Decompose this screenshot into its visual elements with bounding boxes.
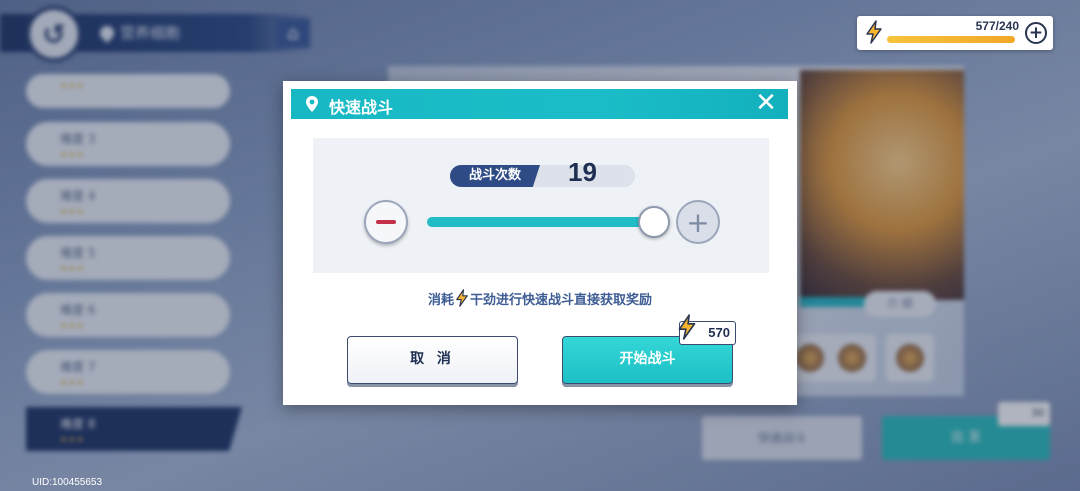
close-icon: ✕ <box>755 88 777 118</box>
battle-count-panel: 战斗次数 19 + <box>313 138 769 273</box>
add-energy-button[interactable]: + <box>1025 22 1047 44</box>
dialog-description: 消耗 干劲进行快速战斗直接获取奖励 <box>283 289 797 308</box>
battle-count-display: 战斗次数 19 <box>450 157 635 187</box>
energy-value: 577/240 <box>975 19 1019 33</box>
battle-count-slider[interactable] <box>427 217 657 227</box>
energy-cost-value: 570 <box>708 325 730 340</box>
close-button[interactable]: ✕ <box>754 90 778 116</box>
plus-icon: + <box>686 205 710 239</box>
battle-count-value: 19 <box>568 157 597 187</box>
battle-count-label: 战斗次数 <box>450 165 540 187</box>
user-id: UID:100455653 <box>32 477 103 488</box>
energy-bolt-icon <box>678 314 696 340</box>
location-pin-icon <box>306 96 318 112</box>
decrease-button[interactable] <box>364 200 408 244</box>
energy-bar-fill <box>887 36 1015 43</box>
dialog-title: 快速战斗 <box>329 98 394 117</box>
slider-handle[interactable] <box>638 206 670 238</box>
energy-cost-badge: 570 <box>678 314 736 345</box>
quick-battle-dialog: 快速战斗 ✕ 战斗次数 19 + 消耗 干劲进行快速战斗直接获取奖励 取 消 开始… <box>283 81 797 405</box>
increase-button[interactable]: + <box>676 200 720 244</box>
energy-bolt-icon <box>456 289 468 307</box>
slider-fill <box>427 217 657 227</box>
minus-icon <box>376 220 396 224</box>
cancel-button[interactable]: 取 消 <box>347 336 518 384</box>
dialog-header: 快速战斗 ✕ <box>291 89 788 119</box>
energy-panel: 577/240 + <box>857 16 1053 50</box>
energy-bar <box>887 36 1015 43</box>
energy-bolt-icon <box>866 20 882 44</box>
